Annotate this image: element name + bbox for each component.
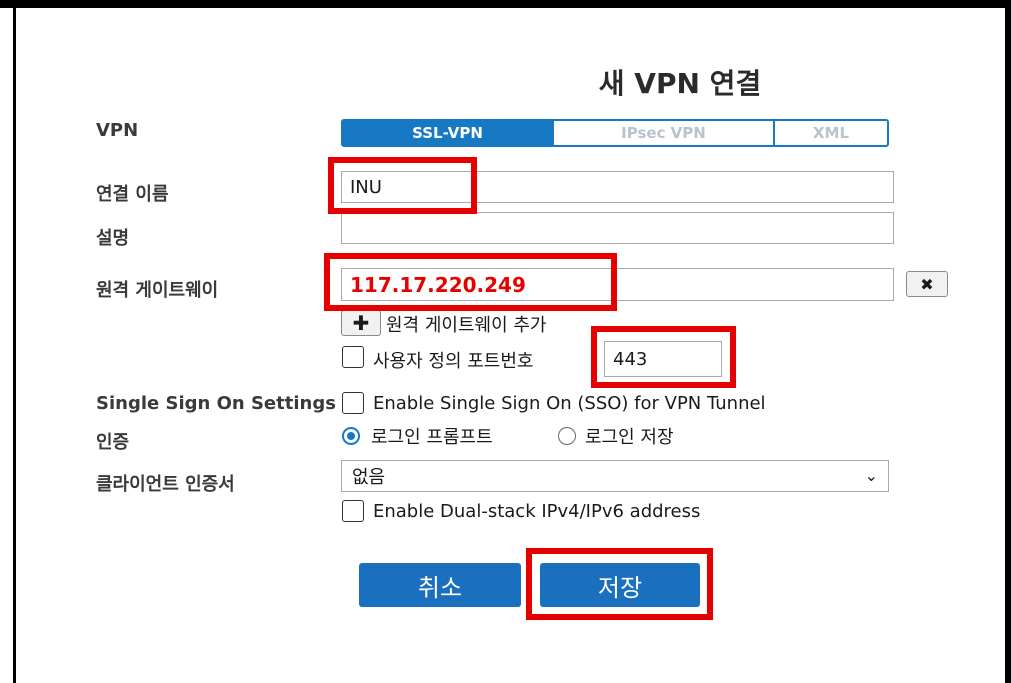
sso-checkbox[interactable] [342, 392, 364, 414]
connection-name-label: 연결 이름 [96, 184, 169, 205]
cancel-button[interactable]: 취소 [359, 563, 521, 607]
plus-icon: ✚ [352, 311, 370, 335]
save-button[interactable]: 저장 [540, 563, 700, 607]
screenshot-border-left [13, 0, 16, 683]
auth-prompt-radio[interactable] [342, 427, 360, 445]
vpn-label: VPN [96, 120, 139, 141]
custom-port-label[interactable]: 사용자 정의 포트번호 [373, 347, 533, 373]
auth-prompt-label[interactable]: 로그인 프롬프트 [371, 423, 493, 449]
sso-settings-label: Single Sign On Settings [96, 393, 336, 414]
screenshot-border-top [0, 0, 1011, 8]
custom-port-checkbox[interactable] [342, 346, 364, 368]
add-gateway-button[interactable]: ✚ [341, 310, 381, 336]
client-cert-selected: 없음 [352, 467, 386, 488]
tab-xml[interactable]: XML [773, 121, 887, 145]
description-input[interactable] [341, 212, 894, 244]
client-cert-label: 클라이언트 인증서 [96, 474, 235, 495]
tab-ssl-vpn[interactable]: SSL-VPN [343, 121, 552, 145]
remote-gateway-input[interactable]: 117.17.220.249 [341, 268, 894, 301]
client-cert-select[interactable]: 없음 ⌄ [341, 460, 889, 492]
dual-stack-label[interactable]: Enable Dual-stack IPv4/IPv6 address [373, 501, 700, 522]
close-icon: ✖ [920, 274, 934, 294]
auth-save-radio[interactable] [558, 427, 576, 445]
remote-gateway-label: 원격 게이트웨이 [96, 280, 219, 301]
connection-name-input[interactable]: INU [341, 171, 894, 203]
chevron-down-icon: ⌄ [864, 466, 878, 485]
clear-gateway-button[interactable]: ✖ [906, 271, 948, 297]
dialog-title: 새 VPN 연결 [598, 67, 762, 100]
description-label: 설명 [96, 228, 130, 249]
sso-label[interactable]: Enable Single Sign On (SSO) for VPN Tunn… [373, 393, 766, 414]
tab-ipsec-vpn[interactable]: IPsec VPN [552, 121, 773, 145]
dual-stack-checkbox[interactable] [342, 500, 364, 522]
screenshot-border-right [1005, 0, 1011, 683]
add-gateway-label[interactable]: 원격 게이트웨이 추가 [386, 311, 546, 337]
vpn-type-tabs: SSL-VPN IPsec VPN XML [341, 119, 889, 147]
auth-save-label[interactable]: 로그인 저장 [585, 423, 674, 449]
auth-label: 인증 [96, 432, 130, 453]
custom-port-input[interactable]: 443 [604, 341, 722, 377]
